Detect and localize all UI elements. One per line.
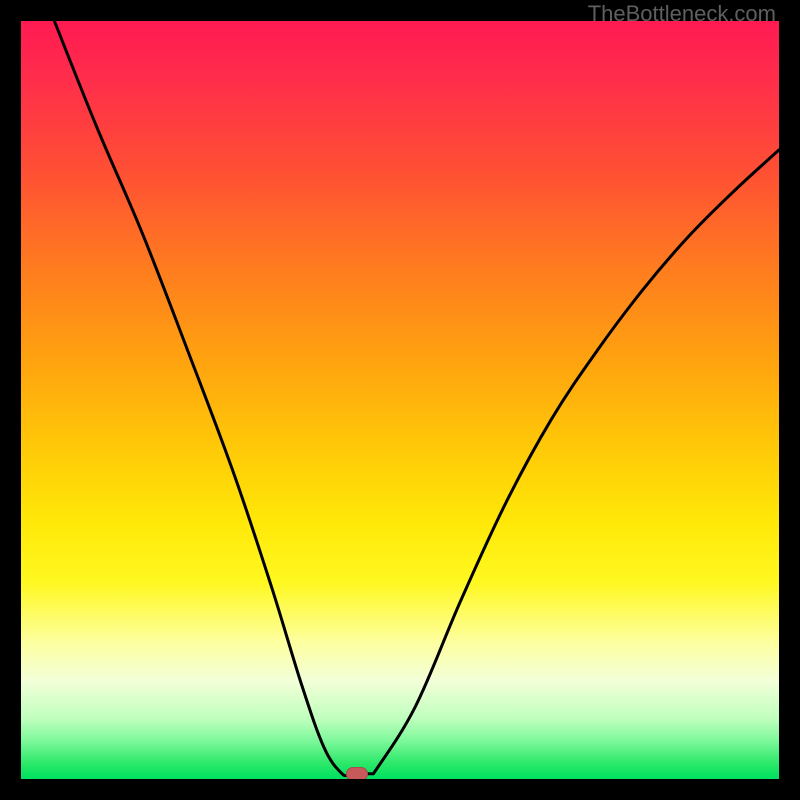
plot-area xyxy=(21,21,779,779)
watermark-text: TheBottleneck.com xyxy=(588,1,776,27)
bottleneck-curve xyxy=(21,21,779,779)
optimum-marker xyxy=(346,767,368,779)
chart-frame: TheBottleneck.com xyxy=(0,0,800,800)
